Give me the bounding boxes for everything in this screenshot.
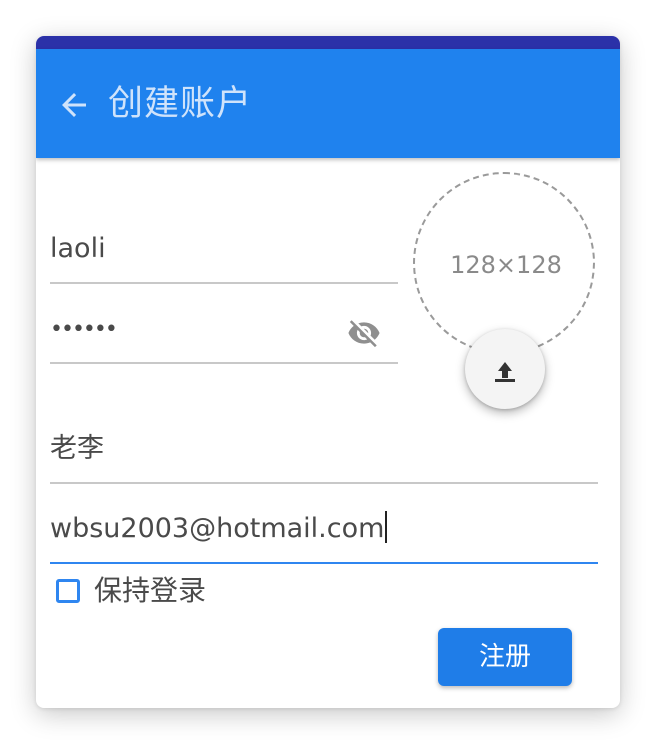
email-value: wbsu2003@hotmail.com	[50, 513, 385, 544]
page-title: 创建账户	[108, 84, 253, 124]
email-field[interactable]: wbsu2003@hotmail.com	[50, 509, 590, 549]
eye-off-icon	[348, 320, 380, 348]
remember-me-label[interactable]: 保持登录	[94, 573, 206, 609]
upload-icon	[495, 362, 515, 382]
username-field[interactable]: laoli	[50, 229, 400, 269]
toggle-password-visibility-button[interactable]	[344, 316, 384, 350]
username-value: laoli	[50, 233, 106, 264]
upload-avatar-button[interactable]	[465, 329, 545, 409]
app-bar: 创建账户	[36, 49, 620, 158]
nickname-value: 老李	[50, 433, 104, 464]
status-strip	[36, 36, 620, 49]
email-underline	[50, 562, 598, 564]
register-button[interactable]: 注册	[438, 628, 572, 686]
password-field[interactable]: ••••••	[50, 308, 340, 348]
password-underline	[50, 362, 398, 364]
create-account-window: 创建账户 laoli •••••• 128×128 老李 wbsu2003@ho…	[36, 36, 620, 708]
username-underline	[50, 282, 398, 284]
remember-me-checkbox[interactable]	[56, 579, 80, 603]
avatar-dropzone[interactable]: 128×128	[413, 172, 595, 354]
back-button[interactable]	[56, 87, 92, 123]
password-value: ••••••	[50, 317, 118, 342]
nickname-underline	[50, 482, 598, 484]
nickname-field[interactable]: 老李	[50, 429, 590, 469]
text-caret	[385, 511, 388, 543]
arrow-left-icon	[62, 93, 86, 117]
